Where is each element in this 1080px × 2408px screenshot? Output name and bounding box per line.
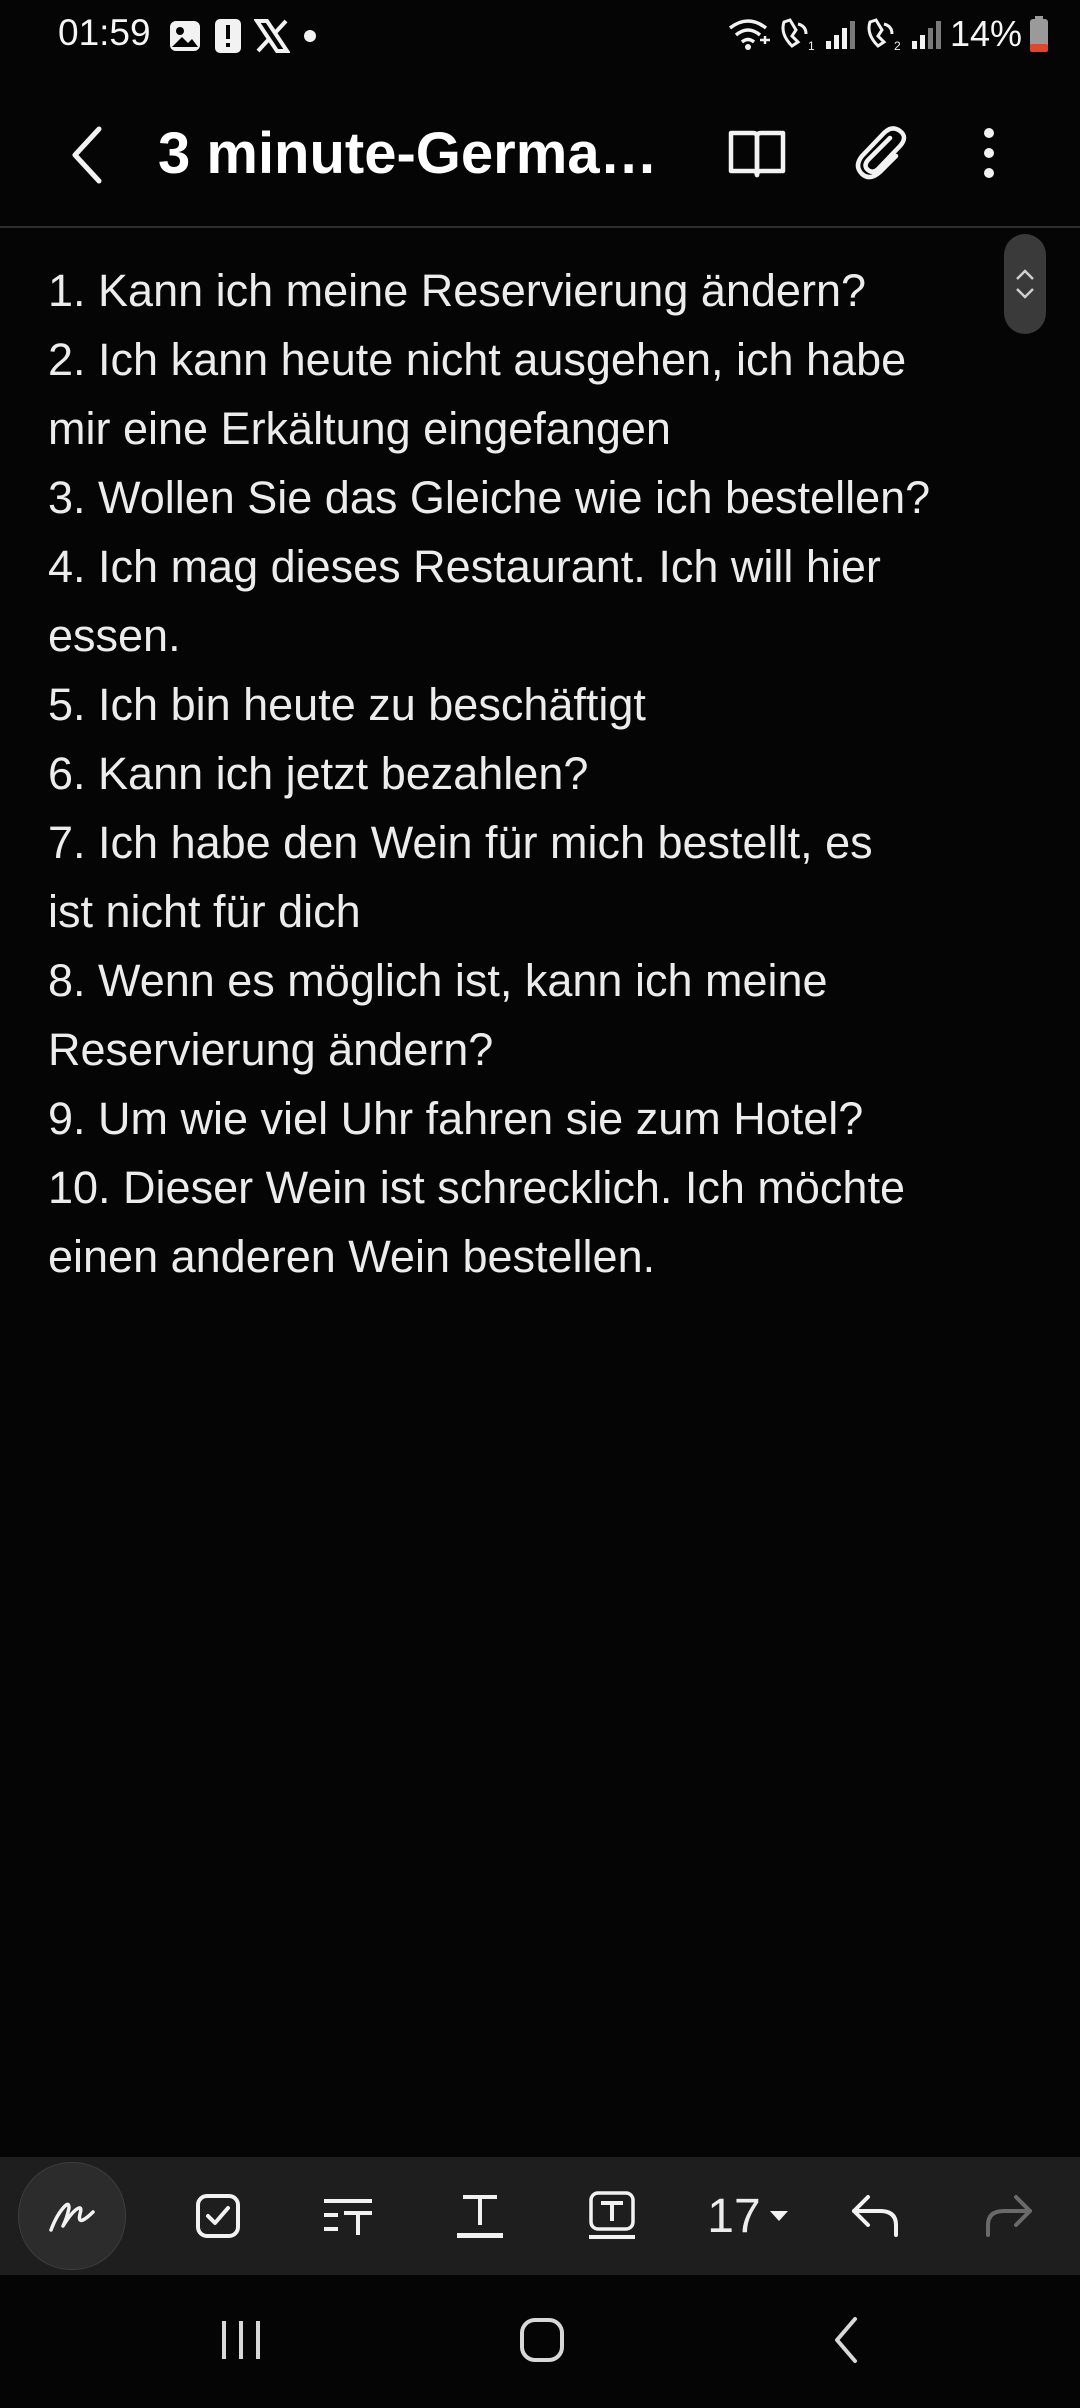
more-options-button[interactable] [946, 110, 1032, 196]
checkbox-button[interactable] [178, 2157, 258, 2275]
reading-mode-button[interactable] [714, 110, 800, 196]
dot-icon [304, 30, 316, 42]
header-divider [0, 226, 1080, 228]
redo-button[interactable] [968, 2157, 1048, 2275]
note-line: 6. Kann ich jetzt bezahlen? [48, 748, 589, 799]
alert-icon [215, 19, 241, 53]
note-line: 9. Um wie viel Uhr fahren sie zum Hotel? [48, 1093, 864, 1144]
note-line: 4. Ich mag dieses Restaurant. Ich will h… [48, 541, 881, 592]
back-arrow-icon [72, 126, 102, 184]
volte-sim1-icon: 1 [781, 18, 815, 52]
recents-icon [222, 2321, 260, 2359]
recent-apps-button[interactable] [200, 2295, 282, 2385]
note-line: einen anderen Wein bestellen. [48, 1231, 656, 1282]
signal-icon [825, 21, 855, 49]
handwriting-pen-icon [49, 2202, 95, 2232]
note-line: ist nicht für dich [48, 886, 361, 937]
text-style-icon [457, 2195, 503, 2238]
editor-toolbar: 17 [0, 2157, 1080, 2275]
volte-sim2-icon: 2 [867, 18, 901, 52]
battery-low-icon [1030, 16, 1048, 52]
status-time: 01:59 [58, 12, 151, 53]
text-box-icon [589, 2191, 635, 2239]
font-size-dropdown[interactable]: 17 [694, 2157, 802, 2275]
battery-percentage: 14% [949, 13, 1022, 54]
paragraph-style-icon [324, 2199, 372, 2235]
app-bar: 3 minute-German... [0, 70, 1080, 226]
signal-icon [911, 21, 941, 49]
note-line: 10. Dieser Wein ist schrecklich. Ich möc… [48, 1162, 905, 1213]
wifi-calling-icon [728, 19, 770, 50]
text-style-button[interactable] [440, 2157, 520, 2275]
home-icon [520, 2318, 564, 2362]
handwriting-button[interactable] [18, 2162, 126, 2270]
system-icons: 1 2 14% [726, 12, 1050, 56]
checkbox-icon [196, 2194, 240, 2238]
fast-scroll-handle[interactable] [1004, 234, 1046, 334]
x-app-icon [254, 19, 290, 53]
paperclip-icon [855, 126, 907, 180]
chevron-down-icon [1016, 288, 1034, 299]
undo-icon [852, 2195, 898, 2237]
undo-button[interactable] [836, 2157, 916, 2275]
home-button[interactable] [500, 2295, 584, 2385]
more-vert-icon [984, 128, 994, 178]
font-size-value: 17 [707, 2189, 761, 2243]
caret-down-icon [769, 2211, 788, 2221]
note-title[interactable]: 3 minute-German... [158, 118, 668, 190]
text-box-button[interactable] [572, 2157, 652, 2275]
notification-icons [168, 16, 318, 56]
note-line: mir eine Erkältung eingefangen [48, 403, 671, 454]
book-icon [728, 130, 786, 178]
note-line: Reservierung ändern? [48, 1024, 494, 1075]
gallery-icon [170, 21, 200, 51]
note-line: 1. Kann ich meine Reservierung ändern? [48, 265, 866, 316]
back-nav-button[interactable] [806, 2295, 886, 2385]
back-nav-icon [835, 2317, 857, 2363]
status-bar: 01:59 1 2 14% [0, 0, 1080, 70]
note-line: 2. Ich kann heute nicht ausgehen, ich ha… [48, 334, 907, 385]
paragraph-style-button[interactable] [308, 2157, 388, 2275]
svg-text:2: 2 [894, 39, 901, 52]
note-line: 3. Wollen Sie das Gleiche wie ich bestel… [48, 472, 931, 523]
note-line: essen. [48, 610, 181, 661]
system-navigation-bar [0, 2275, 1080, 2408]
note-line: 8. Wenn es möglich ist, kann ich meine [48, 955, 828, 1006]
attach-button[interactable] [838, 110, 924, 196]
redo-icon [986, 2195, 1032, 2237]
note-body[interactable]: 1. Kann ich meine Reservierung ändern? 2… [48, 256, 1038, 1291]
back-button[interactable] [48, 116, 126, 194]
svg-text:1: 1 [808, 39, 815, 52]
chevron-up-icon [1016, 269, 1034, 280]
note-line: 7. Ich habe den Wein für mich bestellt, … [48, 817, 873, 868]
note-line: 5. Ich bin heute zu beschäftigt [48, 679, 646, 730]
